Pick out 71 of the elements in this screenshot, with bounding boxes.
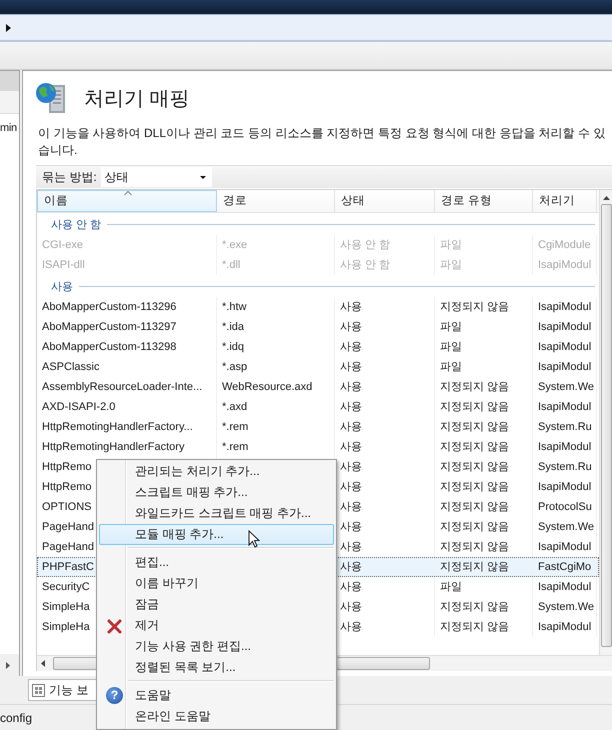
table-cell: 사용	[335, 397, 435, 417]
table-cell: 지정되지 않음	[435, 477, 533, 497]
table-cell: WebResource.axd	[217, 377, 335, 397]
table-cell: ISAPI-dll	[37, 255, 217, 275]
table-cell: FastCgiMo	[533, 557, 597, 577]
table-cell: 지정되지 않음	[435, 437, 533, 457]
table-cell: ProtocolSu	[533, 497, 597, 517]
table-cell: IsapiModul	[533, 617, 597, 637]
table-cell: 지정되지 않음	[435, 557, 533, 577]
table-cell: AXD-ISAPI-2.0	[37, 397, 217, 417]
table-cell: 지정되지 않음	[435, 417, 533, 437]
table-cell: 지정되지 않음	[435, 497, 533, 517]
table-cell: 지정되지 않음	[435, 597, 533, 617]
table-cell: 지정되지 않음	[435, 457, 533, 477]
status-text: config	[0, 710, 32, 725]
table-cell: CgiModule	[533, 235, 597, 255]
table-cell: *.rem	[217, 417, 335, 437]
table-cell: 지정되지 않음	[435, 297, 533, 317]
table-cell: 사용	[335, 337, 435, 357]
table-cell: System.Ru	[533, 457, 597, 477]
table-cell: ASPClassic	[37, 357, 217, 377]
table-cell: 사용	[335, 437, 435, 457]
description-text: 이 기능을 사용하여 DLL이나 관리 코드 등의 리소스를 지정하면 특정 요청 형식에 대한 응답을 처리할 수 있습니다.	[38, 125, 606, 159]
help-icon: ?	[106, 687, 123, 704]
table-cell: AboMapperCustom-113296	[37, 297, 217, 317]
table-cell: IsapiModul	[533, 437, 597, 457]
table-cell: IsapiModul	[533, 577, 597, 597]
table-cell: 지정되지 않음	[435, 617, 533, 637]
table-cell: 사용	[335, 317, 435, 337]
table-cell: System.We	[533, 597, 597, 617]
table-cell: 파일	[435, 357, 533, 377]
table-cell: 사용	[335, 377, 435, 397]
table-cell: IsapiModul	[533, 337, 597, 357]
table-cell: 파일	[435, 255, 533, 275]
table-cell: *.dll	[217, 255, 335, 275]
table-cell: *.idq	[217, 337, 335, 357]
table-cell: IsapiModul	[533, 297, 597, 317]
table-cell: HttpRemotingHandlerFactory...	[37, 417, 217, 437]
table-cell: 파일	[435, 577, 533, 597]
table-cell: *.ida	[217, 317, 335, 337]
table-cell: 사용 안 함	[335, 235, 435, 255]
table-cell: IsapiModul	[533, 477, 597, 497]
table-cell: AboMapperCustom-113297	[37, 317, 217, 337]
group-by-label: 묶는 방법:	[42, 168, 97, 186]
table-cell: 사용	[335, 417, 435, 437]
table-cell: 사용	[335, 297, 435, 317]
table-cell: IsapiModul	[533, 255, 597, 275]
table-cell: 파일	[435, 317, 533, 337]
table-cell: HttpRemotingHandlerFactory	[37, 437, 217, 457]
page-title: 처리기 매핑	[84, 86, 190, 112]
table-cell: IsapiModul	[533, 317, 597, 337]
table-cell: *.htw	[217, 297, 335, 317]
table-cell: *.rem	[217, 437, 335, 457]
table-cell: 지정되지 않음	[435, 517, 533, 537]
table-cell: 지정되지 않음	[435, 397, 533, 417]
table-cell: System.Ru	[533, 417, 597, 437]
table-cell: 파일	[435, 235, 533, 255]
table-cell: AboMapperCustom-113298	[37, 337, 217, 357]
table-cell: CGI-exe	[37, 235, 217, 255]
table-cell: 지정되지 않음	[435, 377, 533, 397]
table-cell: *.asp	[217, 357, 335, 377]
table-cell: System.We	[533, 517, 597, 537]
table-cell: IsapiModul	[533, 357, 597, 377]
table-cell: *.axd	[217, 397, 335, 417]
table-cell: AssemblyResourceLoader-Inte...	[37, 377, 217, 397]
table-cell: IsapiModul	[533, 397, 597, 417]
table-cell: *.exe	[217, 235, 335, 255]
table-cell: 파일	[435, 337, 533, 357]
table-cell: 사용	[335, 357, 435, 377]
table-cell: 사용 안 함	[335, 255, 435, 275]
table-cell: System.We	[533, 377, 597, 397]
